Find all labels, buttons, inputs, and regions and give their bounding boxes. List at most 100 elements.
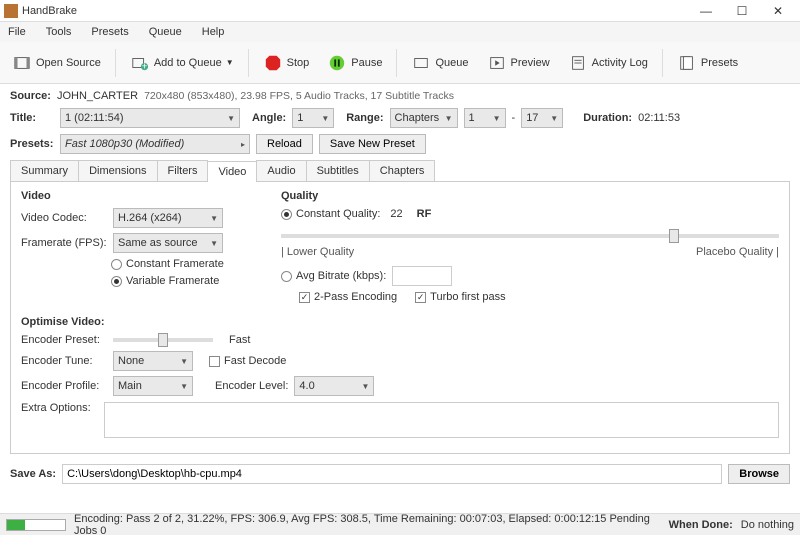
variable-framerate-radio[interactable]: Variable Framerate: [111, 275, 219, 287]
quality-slider[interactable]: [281, 234, 779, 238]
constant-quality-radio[interactable]: Constant Quality:: [281, 208, 380, 220]
slider-thumb-icon[interactable]: [158, 333, 168, 347]
menu-presets[interactable]: Presets: [87, 24, 132, 40]
framerate-select[interactable]: Same as source ▼: [113, 233, 223, 253]
statusbar: Encoding: Pass 2 of 2, 31.22%, FPS: 306.…: [0, 513, 800, 535]
encoder-level-label: Encoder Level:: [215, 380, 288, 392]
chevron-down-icon: ▼: [180, 357, 188, 366]
chevron-down-icon: ▼: [493, 114, 501, 123]
range-type-select[interactable]: Chapters▼: [390, 108, 458, 128]
checkbox-icon: ✓: [415, 292, 426, 303]
title-label: Title:: [10, 112, 54, 124]
stop-button[interactable]: Stop: [257, 49, 316, 77]
two-pass-checkbox[interactable]: ✓ 2-Pass Encoding: [299, 291, 397, 303]
preset-select[interactable]: Fast 1080p30 (Modified)▸: [60, 134, 250, 154]
tab-summary[interactable]: Summary: [10, 160, 79, 181]
radio-icon: [111, 276, 122, 287]
encoder-profile-select[interactable]: Main▼: [113, 376, 193, 396]
tab-video[interactable]: Video: [207, 161, 257, 182]
radio-icon: [111, 259, 122, 270]
save-new-preset-button[interactable]: Save New Preset: [319, 134, 426, 154]
range-from-select[interactable]: 1▼: [464, 108, 506, 128]
svg-text:+: +: [141, 61, 147, 72]
avg-bitrate-input[interactable]: [392, 266, 452, 286]
window-title: HandBrake: [22, 5, 688, 17]
fast-decode-checkbox[interactable]: Fast Decode: [209, 355, 286, 367]
encoder-tune-label: Encoder Tune:: [21, 355, 107, 367]
framerate-label: Framerate (FPS):: [21, 237, 107, 249]
tab-filters[interactable]: Filters: [157, 160, 209, 181]
open-source-label: Open Source: [36, 57, 101, 69]
app-icon: [4, 4, 18, 18]
preset-value: Fast 1080p30 (Modified): [65, 138, 184, 150]
chevron-down-icon: ▼: [226, 58, 234, 67]
encoder-tune-select[interactable]: None▼: [113, 351, 193, 371]
tab-dimensions[interactable]: Dimensions: [78, 160, 157, 181]
range-to-select[interactable]: 17▼: [521, 108, 563, 128]
avg-bitrate-radio[interactable]: Avg Bitrate (kbps):: [281, 270, 386, 282]
preview-button[interactable]: Preview: [481, 49, 556, 77]
encoder-preset-slider[interactable]: [113, 338, 213, 342]
pause-button[interactable]: Pause: [321, 49, 388, 77]
encoder-level-value: 4.0: [299, 380, 314, 392]
menu-help[interactable]: Help: [198, 24, 229, 40]
tab-audio[interactable]: Audio: [256, 160, 306, 181]
add-to-queue-button[interactable]: + Add to Queue ▼: [124, 49, 240, 77]
range-type-value: Chapters: [395, 112, 440, 124]
cq-value: 22: [390, 208, 402, 220]
slider-thumb-icon[interactable]: [669, 229, 679, 243]
checkbox-icon: [209, 356, 220, 367]
browse-button[interactable]: Browse: [728, 464, 790, 484]
constant-framerate-radio[interactable]: Constant Framerate: [111, 258, 224, 270]
framerate-value: Same as source: [118, 237, 197, 249]
angle-select[interactable]: 1▼: [292, 108, 334, 128]
titlebar: HandBrake — ☐ ✕: [0, 0, 800, 22]
preview-label: Preview: [511, 57, 550, 69]
chevron-down-icon: ▼: [210, 214, 218, 223]
menu-file[interactable]: File: [4, 24, 30, 40]
queue-label: Queue: [435, 57, 468, 69]
progress-fill: [7, 520, 25, 530]
presets-button[interactable]: Presets: [671, 49, 744, 77]
title-row: Title: 1 (02:11:54)▼ Angle: 1▼ Range: Ch…: [10, 108, 790, 128]
title-select[interactable]: 1 (02:11:54)▼: [60, 108, 240, 128]
menu-tools[interactable]: Tools: [42, 24, 76, 40]
reload-button[interactable]: Reload: [256, 134, 313, 154]
presets-label: Presets: [701, 57, 738, 69]
checkbox-icon: ✓: [299, 292, 310, 303]
chevron-down-icon: ▼: [180, 382, 188, 391]
close-button[interactable]: ✕: [760, 1, 796, 21]
lower-quality-label: | Lower Quality: [281, 246, 354, 258]
extra-options-input[interactable]: [104, 402, 779, 438]
angle-label: Angle:: [252, 112, 286, 124]
activity-log-button[interactable]: Activity Log: [562, 49, 654, 77]
open-source-button[interactable]: Open Source: [6, 49, 107, 77]
minimize-button[interactable]: —: [688, 1, 724, 21]
codec-label: Video Codec:: [21, 212, 107, 224]
save-as-input[interactable]: [62, 464, 722, 484]
maximize-button[interactable]: ☐: [724, 1, 760, 21]
menu-queue[interactable]: Queue: [145, 24, 186, 40]
variable-framerate-label: Variable Framerate: [126, 275, 219, 287]
extra-options-label: Extra Options:: [21, 402, 98, 414]
source-name: JOHN_CARTER: [57, 90, 138, 102]
tab-subtitles[interactable]: Subtitles: [306, 160, 370, 181]
encoder-preset-value: Fast: [229, 334, 250, 346]
duration-label: Duration:: [583, 112, 632, 124]
when-done-value: Do nothing: [741, 519, 794, 531]
chevron-down-icon: ▼: [227, 114, 235, 123]
turbo-first-checkbox[interactable]: ✓ Turbo first pass: [415, 291, 505, 303]
chevron-down-icon: ▼: [210, 239, 218, 248]
codec-select[interactable]: H.264 (x264)▼: [113, 208, 223, 228]
encoder-level-select[interactable]: 4.0▼: [294, 376, 374, 396]
menubar: File Tools Presets Queue Help: [0, 22, 800, 42]
queue-button[interactable]: Queue: [405, 49, 474, 77]
range-to-value: 17: [526, 112, 538, 124]
presets-label: Presets:: [10, 138, 54, 150]
encoder-profile-label: Encoder Profile:: [21, 380, 107, 392]
film-icon: [12, 53, 32, 73]
progress-bar: [6, 519, 66, 531]
when-done-label: When Done:: [669, 519, 733, 531]
pause-label: Pause: [351, 57, 382, 69]
tab-chapters[interactable]: Chapters: [369, 160, 436, 181]
